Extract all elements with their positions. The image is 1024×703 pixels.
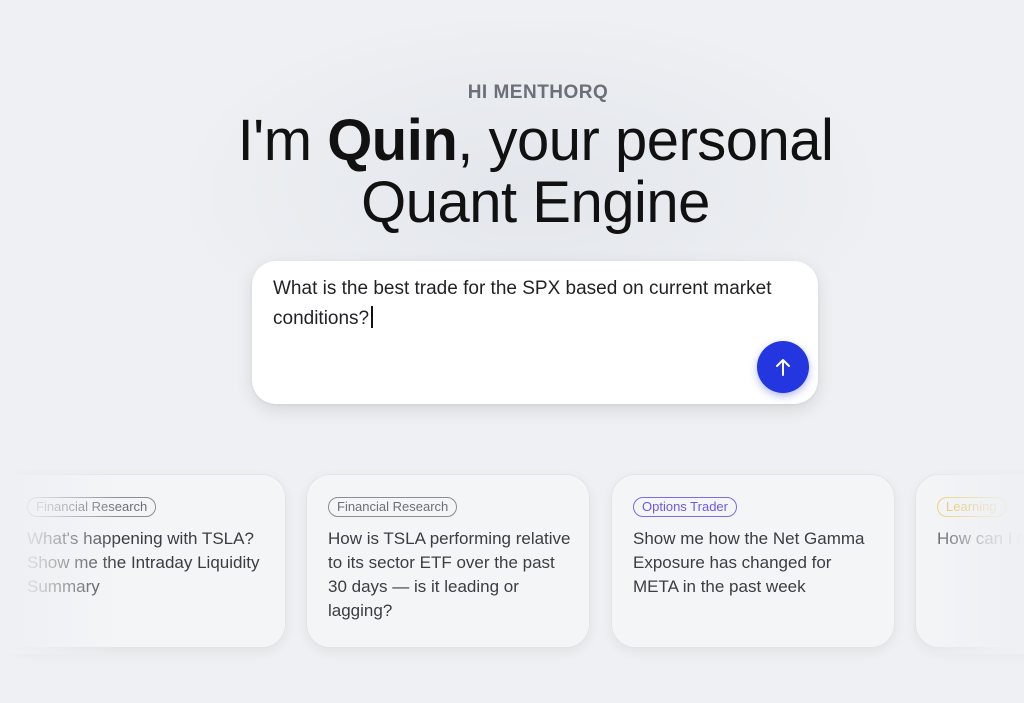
category-tag: Options Trader xyxy=(633,497,737,517)
suggestion-card[interactable]: Learning How can I trade Options xyxy=(915,474,1024,648)
title-line-2: Quant Engine xyxy=(361,170,710,235)
suggestion-card[interactable]: Financial Research How is TSLA performin… xyxy=(306,474,590,648)
arrow-up-icon xyxy=(776,359,790,376)
quin-home-page: HI MENTHORQ I'm Quin, your personal Quan… xyxy=(0,0,1024,703)
category-tag: Financial Research xyxy=(27,497,157,517)
assistant-name: Quin xyxy=(327,108,458,173)
suggestion-card[interactable]: Options Trader Show me how the Net Gamma… xyxy=(611,474,895,648)
page-title: I'm Quin, your personal Quant Engine xyxy=(0,110,1024,234)
send-button[interactable] xyxy=(757,341,809,393)
suggestion-text: How is TSLA performing relative to its s… xyxy=(328,529,571,620)
category-tag: Financial Research xyxy=(328,497,458,517)
suggestion-text: Show me how the Net Gamma Exposure has c… xyxy=(633,529,865,596)
suggestion-card[interactable]: Financial Research What's happening with… xyxy=(2,474,286,648)
prompt-input[interactable]: What is the best trade for the SPX based… xyxy=(273,274,793,334)
title-prefix: I'm xyxy=(237,108,328,173)
prompt-input-value[interactable]: What is the best trade for the SPX based… xyxy=(273,278,771,329)
suggestion-carousel[interactable]: Financial Research What's happening with… xyxy=(0,474,1024,654)
suggestion-text: How can I trade Options xyxy=(937,529,1024,548)
prompt-composer[interactable]: What is the best trade for the SPX based… xyxy=(252,261,818,404)
category-tag: Learning xyxy=(937,497,1006,517)
greeting-label: HI MENTHORQ xyxy=(467,82,609,103)
title-suffix: , your personal xyxy=(457,108,834,173)
text-caret xyxy=(371,306,373,328)
suggestion-text: What's happening with TSLA? Show me the … xyxy=(27,529,260,596)
